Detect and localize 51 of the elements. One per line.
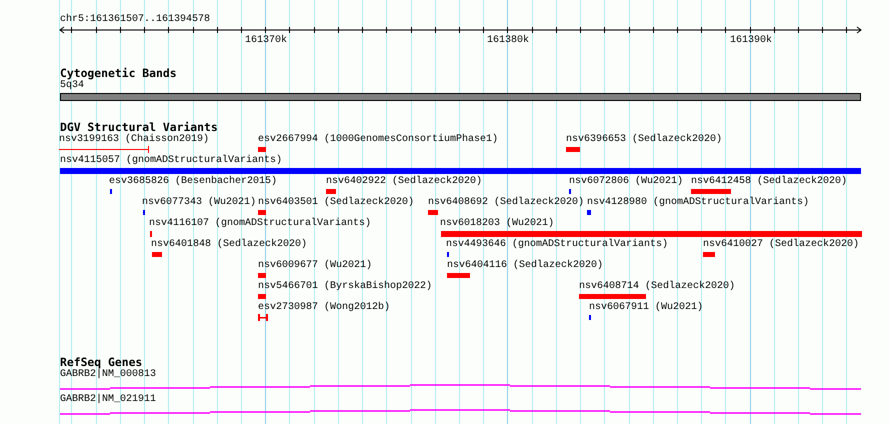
variant-label: nsv6404116 (Sedlazeck2020) xyxy=(447,260,604,272)
variant-bar[interactable] xyxy=(258,147,266,152)
variant-bar[interactable] xyxy=(258,294,266,299)
variant-label: nsv3199163 (Chaisson2019) xyxy=(59,134,210,146)
track-title: RefSeq Genes xyxy=(60,356,142,369)
track-title: Cytogenetic Bands xyxy=(60,67,177,80)
variant-label: nsv6018203 (Wu2021) xyxy=(440,218,554,230)
variant-bar[interactable] xyxy=(579,294,646,299)
variant-label: nsv6408692 (Sedlazeck2020) xyxy=(428,197,584,209)
variant-label: nsv6396653 (Sedlazeck2020) xyxy=(566,134,722,146)
band-label: 5q34 xyxy=(60,80,84,92)
variant-line[interactable] xyxy=(59,146,149,153)
variant-bar[interactable] xyxy=(60,168,861,174)
variant-label: esv3685826 (Besenbacher2015) xyxy=(109,176,278,188)
variant-bar[interactable] xyxy=(258,210,266,215)
variant-bar[interactable] xyxy=(566,147,580,152)
location-label: chr5:161361507..161394578 xyxy=(60,14,210,26)
track-title: DGV Structural Variants xyxy=(60,121,218,134)
variant-bar[interactable] xyxy=(691,189,731,194)
variant-label: nsv4493646 (gnomADStructuralVariants) xyxy=(446,239,668,251)
variant-bar[interactable] xyxy=(587,210,591,215)
transcript-label: GABRB2|NM_000813 xyxy=(60,369,156,381)
tick-label: 161370k xyxy=(245,35,287,47)
variant-bar[interactable] xyxy=(447,273,470,278)
variant-label: nsv6402922 (Sedlazeck2020) xyxy=(326,176,482,188)
variant-label: nsv6401848 (Sedlazeck2020) xyxy=(151,239,308,251)
transcript-label: GABRB2|NM_021911 xyxy=(60,394,156,406)
variant-label: nsv6410027 (Sedlazeck2020) xyxy=(703,239,860,251)
variant-bar[interactable] xyxy=(441,231,862,237)
variant-label: nsv4115057 (gnomADStructuralVariants) xyxy=(60,155,282,167)
variant-label: nsv5466701 (ByrskaBishop2022) xyxy=(258,281,432,293)
variant-bar[interactable] xyxy=(152,252,162,257)
variant-label: nsv6412458 (Sedlazeck2020) xyxy=(691,176,848,188)
variant-bar[interactable] xyxy=(703,252,715,257)
variant-label: nsv6067911 (Wu2021) xyxy=(589,302,704,314)
variant-label: esv2730987 (Wong2012b) xyxy=(258,302,390,314)
cytoband-bar[interactable] xyxy=(60,93,861,101)
variant-label: nsv6077343 (Wu2021) xyxy=(142,197,256,209)
variant-bar[interactable] xyxy=(326,189,336,194)
variant-label: nsv4116107 (gnomADStructuralVariants) xyxy=(149,218,372,230)
variant-label: nsv6072806 (Wu2021) xyxy=(569,176,684,188)
variant-bar[interactable] xyxy=(428,210,438,215)
variant-bar[interactable] xyxy=(258,273,266,278)
variant-label: nsv6408714 (Sedlazeck2020) xyxy=(579,281,736,293)
variant-label: nsv4128980 (gnomADStructuralVariants) xyxy=(587,197,810,209)
variant-label: nsv6403501 (Sedlazeck2020) xyxy=(258,197,414,209)
variant-label: nsv6009677 (Wu2021) xyxy=(258,260,372,272)
tick-label: 161380k xyxy=(487,35,529,47)
variant-label: esv2667994 (1000GenomesConsortiumPhase1) xyxy=(258,134,498,146)
variant-span[interactable] xyxy=(258,314,268,321)
tick-label: 161390k xyxy=(730,35,772,47)
